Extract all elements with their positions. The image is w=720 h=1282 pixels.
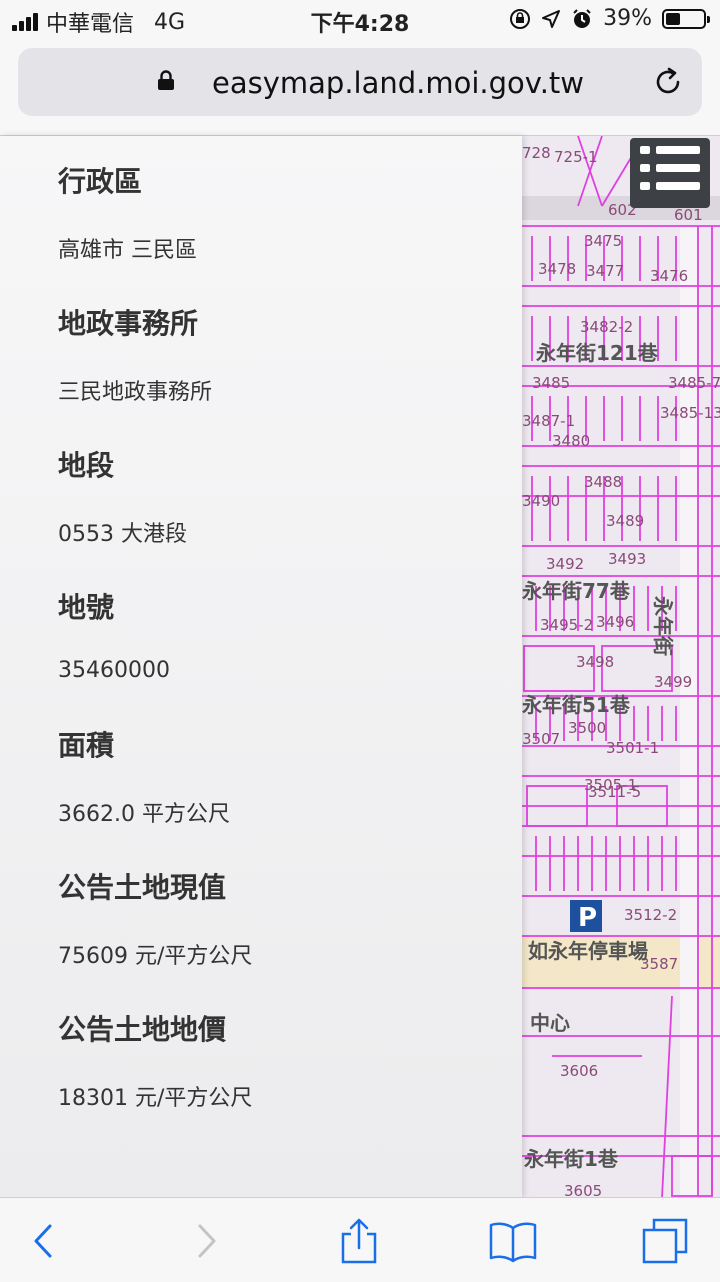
field-announced-price: 公告土地地價 18301 元/平方公尺 xyxy=(58,1008,252,1112)
field-label: 行政區 xyxy=(58,165,143,198)
field-land-office: 地政事務所 三民地政事務所 xyxy=(58,302,212,406)
rotation-lock-icon xyxy=(510,8,531,29)
field-value: 高雄市 三民區 xyxy=(58,238,197,263)
parcel-label: 3482-2 xyxy=(580,318,633,336)
parcel-label: 3511-5 xyxy=(588,783,641,801)
map-road-vertical xyxy=(680,226,700,1196)
road-label: 永年街121巷 xyxy=(535,341,659,365)
field-label: 地段 xyxy=(58,449,115,482)
field-lot-number: 地號 35460000 xyxy=(58,586,170,683)
field-label: 地號 xyxy=(58,591,115,624)
parcel-label: 3605 xyxy=(564,1182,602,1198)
field-value: 35460000 xyxy=(58,658,170,683)
map-canvas[interactable]: P 728 725-1 602 601 3475 3478 3477 3476 3482-2 34… xyxy=(522,136,720,1198)
field-value: 3662.0 平方公尺 xyxy=(58,802,230,827)
battery-icon xyxy=(662,8,710,29)
parcel-label: 601 xyxy=(674,206,703,224)
field-label: 公告土地現值 xyxy=(58,871,227,904)
back-icon[interactable] xyxy=(20,1216,70,1266)
parcel-label: 3495-2 xyxy=(540,616,593,634)
reload-icon[interactable] xyxy=(652,66,684,98)
parcel-label: 3487-1 xyxy=(522,412,575,430)
browser-address-area: easymap.land.moi.gov.tw xyxy=(0,40,720,136)
parcel-label: 3496 xyxy=(596,613,634,631)
parcel-label: 3485 xyxy=(532,374,570,392)
field-value: 0553 大港段 xyxy=(58,522,187,547)
road-label: 中心 xyxy=(530,1011,570,1035)
land-info-panel: 行政區 高雄市 三民區 地政事務所 三民地政事務所 地段 0553 大港段 地號… xyxy=(0,136,522,1198)
parcel-label: 3498 xyxy=(576,653,614,671)
forward-icon[interactable] xyxy=(180,1216,230,1266)
bookmarks-icon[interactable] xyxy=(488,1216,538,1266)
parcel-label: 3512-2 xyxy=(624,906,677,924)
alarm-icon xyxy=(573,8,591,28)
parcel-label: 3475 xyxy=(584,232,622,250)
field-label: 地政事務所 xyxy=(58,307,199,340)
parcel-label: 3476 xyxy=(650,267,688,285)
parcel-label: 3477 xyxy=(586,262,624,280)
parcel-label: 3489 xyxy=(606,512,644,530)
field-label: 公告土地地價 xyxy=(58,1013,227,1046)
parcel-label: 3485-7 xyxy=(668,374,720,392)
road-label: 如永年停車場 xyxy=(528,939,648,963)
field-announced-value: 公告土地現值 75609 元/平方公尺 xyxy=(58,866,252,970)
address-host: easymap.land.moi.gov.tw xyxy=(212,66,585,100)
status-right: 39% xyxy=(509,6,710,31)
lock-icon xyxy=(158,70,174,90)
address-bar[interactable]: easymap.land.moi.gov.tw xyxy=(18,48,702,116)
tabs-icon[interactable] xyxy=(640,1216,690,1266)
parcel-label: 3499 xyxy=(654,673,692,691)
parcel-label: 3485-13 xyxy=(660,404,720,422)
road-label: 永年街 xyxy=(651,595,675,656)
field-value: 75609 元/平方公尺 xyxy=(58,944,253,969)
field-area: 面積 3662.0 平方公尺 xyxy=(58,724,230,828)
road-label: 永年街51巷 xyxy=(522,693,631,717)
field-section: 地段 0553 大港段 xyxy=(58,444,187,548)
parcel-label: 3478 xyxy=(538,260,576,278)
parcel-label: 3488 xyxy=(584,473,622,491)
battery-percent: 39% xyxy=(603,6,652,31)
parcel-map: P 728 725-1602 60134753478 3477 34763482-234… xyxy=(522,136,720,1198)
field-label: 面積 xyxy=(58,729,115,762)
browser-toolbar xyxy=(0,1197,720,1282)
status-bar: 中華電信 4G 下午4:28 39% xyxy=(0,0,720,40)
parcel-label: 3492 xyxy=(546,555,584,573)
parcel-label: 3501-1 xyxy=(606,739,659,757)
map-menu-button[interactable] xyxy=(630,138,710,208)
parcel-label: 3493 xyxy=(608,550,646,568)
parcel-label: 3490 xyxy=(522,492,560,510)
parcel-label: 725-1 xyxy=(554,148,598,166)
field-value: 三民地政事務所 xyxy=(58,380,213,405)
parcel-label: 3500 xyxy=(568,719,606,737)
road-label: 永年街1巷 xyxy=(523,1147,619,1171)
field-value: 18301 元/平方公尺 xyxy=(58,1086,253,1111)
field-district: 行政區 高雄市 三民區 xyxy=(58,160,197,264)
share-icon[interactable] xyxy=(334,1216,384,1266)
parcel-label: 3480 xyxy=(552,432,590,450)
parcel-label: 728 xyxy=(522,144,551,162)
parcel-label: 3507 xyxy=(522,730,560,748)
location-icon xyxy=(542,9,561,28)
parcel-label: 3606 xyxy=(560,1062,598,1080)
road-label: 永年街77巷 xyxy=(522,579,631,603)
parking-letter: P xyxy=(578,903,597,933)
